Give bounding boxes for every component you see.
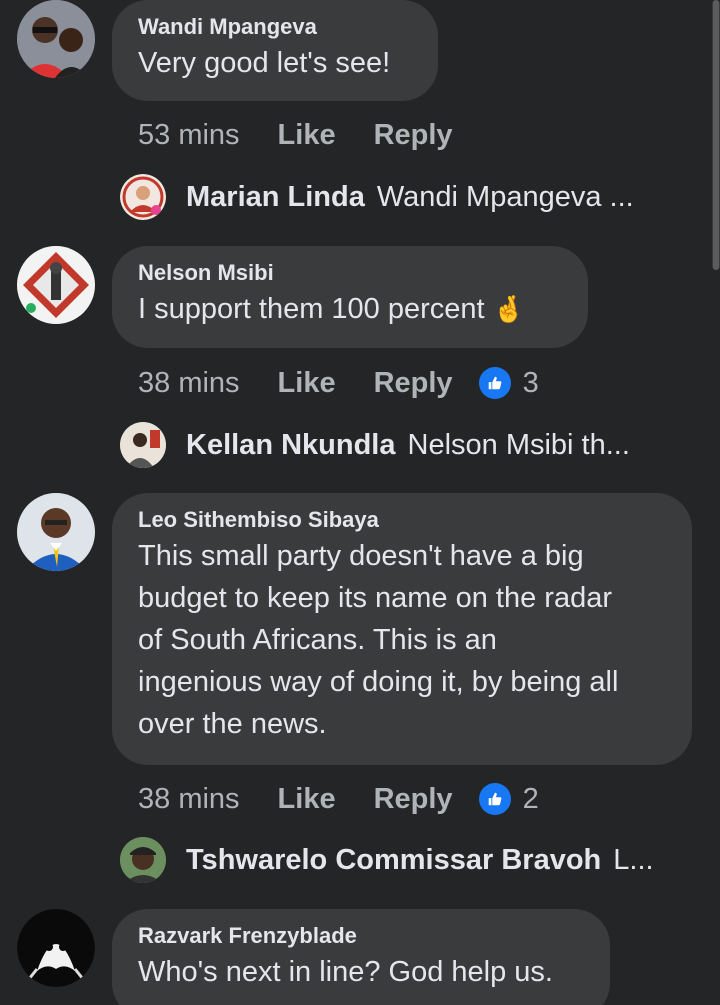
profile-photo-icon <box>17 0 95 78</box>
profile-photo-icon <box>17 909 95 987</box>
profile-photo-icon <box>120 174 166 220</box>
reply-preview[interactable]: Marian Linda Wandi Mpangeva ... <box>186 174 634 220</box>
profile-photo-icon <box>17 493 95 571</box>
thumbs-up-icon[interactable] <box>478 367 511 399</box>
comment-bubble: Leo Sithembiso Sibaya This small party d… <box>112 493 692 765</box>
comment-bubble: Wandi Mpangeva Very good let's see! <box>112 0 438 101</box>
comment-text: This small party doesn't have a big budg… <box>138 535 666 745</box>
comment-author[interactable]: Nelson Msibi <box>138 258 562 288</box>
comment-text: I support them 100 percent 🤞 <box>138 288 562 330</box>
profile-photo-icon <box>17 246 95 324</box>
profile-photo-icon <box>120 837 166 883</box>
scrollbar-thumb[interactable] <box>713 0 719 270</box>
reply-button[interactable]: Reply <box>374 119 453 152</box>
reaction-count[interactable]: 2 <box>523 783 539 816</box>
comment-bubble: Razvark Frenzyblade Who's next in line? … <box>112 909 610 1005</box>
avatar[interactable] <box>17 0 95 78</box>
fingers-crossed-emoji-icon: 🤞 <box>492 294 526 324</box>
comment-timestamp[interactable]: 38 mins <box>138 367 240 400</box>
comments-feed: Wandi Mpangeva Very good let's see! 53 m… <box>0 0 720 1005</box>
like-button[interactable]: Like <box>278 783 336 816</box>
comment-text: Who's next in line? God help us. <box>138 956 553 988</box>
comment-text-line: of South Africans. This is an <box>138 624 497 656</box>
reply-author[interactable]: Kellan Nkundla <box>186 429 396 462</box>
comment-actions: 38 mins Like Reply 2 <box>138 779 539 819</box>
reply-avatar[interactable] <box>120 837 166 883</box>
reply-avatar[interactable] <box>120 174 166 220</box>
comment-text-content: I support them 100 percent <box>138 293 485 325</box>
comment-actions: 38 mins Like Reply 3 <box>138 363 539 403</box>
reply-snippet: L... <box>613 843 654 876</box>
comment-timestamp[interactable]: 53 mins <box>138 119 240 152</box>
profile-photo-icon <box>120 422 166 468</box>
comment-text: Very good let's see! <box>138 47 391 79</box>
avatar[interactable] <box>17 246 95 324</box>
reply-author[interactable]: Tshwarelo Commissar Bravoh <box>186 844 601 877</box>
reply-preview[interactable]: Tshwarelo Commissar Bravoh L... <box>186 837 654 883</box>
avatar[interactable] <box>17 909 95 987</box>
comment-timestamp[interactable]: 38 mins <box>138 783 240 816</box>
comment-text-line: ingenious way of doing it, by being all <box>138 666 619 698</box>
reply-author[interactable]: Marian Linda <box>186 181 365 214</box>
comment-author[interactable]: Wandi Mpangeva <box>138 12 412 42</box>
reply-avatar[interactable] <box>120 422 166 468</box>
comment-bubble: Nelson Msibi I support them 100 percent … <box>112 246 588 348</box>
like-button[interactable]: Like <box>278 367 336 400</box>
reply-button[interactable]: Reply <box>374 783 453 816</box>
reply-snippet: Wandi Mpangeva ... <box>376 180 634 213</box>
reaction-count[interactable]: 3 <box>523 367 539 400</box>
reply-button[interactable]: Reply <box>374 367 453 400</box>
thumbs-up-icon[interactable] <box>478 783 511 815</box>
reply-preview[interactable]: Kellan Nkundla Nelson Msibi th... <box>186 422 630 468</box>
comment-text-line: This small party doesn't have a big <box>138 540 584 572</box>
comment-text-line: over the news. <box>138 708 327 740</box>
comment-author[interactable]: Leo Sithembiso Sibaya <box>138 505 666 535</box>
like-button[interactable]: Like <box>278 119 336 152</box>
avatar[interactable] <box>17 493 95 571</box>
comment-actions: 53 mins Like Reply <box>138 115 491 155</box>
reply-snippet: Nelson Msibi th... <box>407 428 630 461</box>
comment-author[interactable]: Razvark Frenzyblade <box>138 921 584 951</box>
comment-text-line: budget to keep its name on the radar <box>138 582 612 614</box>
